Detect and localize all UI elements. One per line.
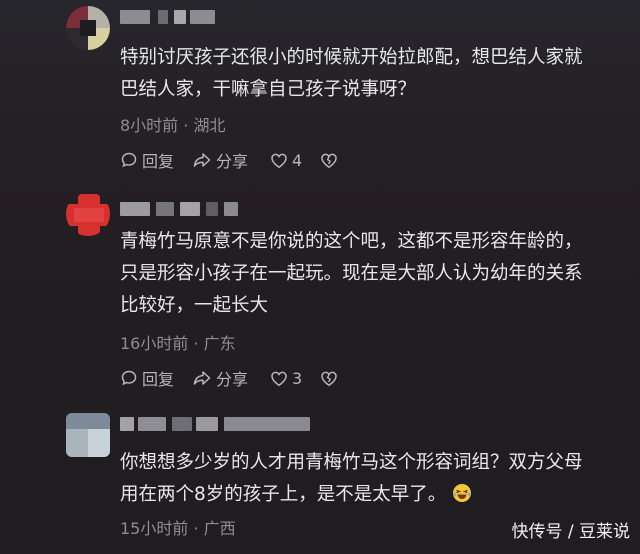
avatar[interactable] bbox=[66, 6, 110, 50]
laughing-tears-emoji bbox=[453, 484, 472, 502]
like-button[interactable]: 3 bbox=[270, 366, 302, 390]
username-blurred[interactable] bbox=[120, 202, 238, 216]
broken-heart-icon bbox=[321, 153, 337, 168]
comment-time-location: 16小时前 · 广东 bbox=[120, 334, 236, 353]
avatar[interactable] bbox=[66, 192, 110, 236]
username-blurred[interactable] bbox=[120, 417, 310, 431]
reply-label: 回复 bbox=[142, 370, 175, 389]
username-blurred[interactable] bbox=[120, 10, 215, 24]
comment-item: 青梅竹马原意不是你说的这个吧，这都不是形容年龄的， 只是形容小孩子在一起玩。现在… bbox=[0, 190, 640, 405]
share-button[interactable]: 分享 bbox=[192, 148, 248, 172]
broken-heart-icon bbox=[321, 371, 337, 386]
dislike-button[interactable] bbox=[320, 366, 338, 390]
source-watermark: 快传号 / 豆莱说 bbox=[511, 522, 630, 542]
like-button[interactable]: 4 bbox=[270, 148, 302, 172]
heart-outline-icon bbox=[271, 371, 287, 386]
share-arrow-icon bbox=[193, 371, 211, 385]
comment-item: 特别讨厌孩子还很小的时候就开始拉郎配，想巴结人家就 巴结人家，干嘛拿自己孩子说事… bbox=[0, 0, 640, 190]
comment-time-location: 15小时前 · 广西 bbox=[120, 519, 236, 538]
like-count: 3 bbox=[292, 368, 303, 388]
reply-button[interactable]: 回复 bbox=[120, 148, 174, 172]
comment-bubble-icon bbox=[121, 152, 137, 168]
comment-text: 你想想多少岁的人才用青梅竹马这个形容词组？双方父母 用在两个8岁的孩子上，是不是… bbox=[120, 452, 583, 505]
comment-time-location: 8小时前 · 湖北 bbox=[120, 116, 226, 135]
reply-button[interactable]: 回复 bbox=[120, 366, 174, 390]
comment-text: 青梅竹马原意不是你说的这个吧，这都不是形容年龄的， 只是形容小孩子在一起玩。现在… bbox=[120, 231, 583, 316]
share-label: 分享 bbox=[216, 370, 249, 389]
comment-text: 特别讨厌孩子还很小的时候就开始拉郎配，想巴结人家就 巴结人家，干嘛拿自己孩子说事… bbox=[120, 47, 583, 100]
share-button[interactable]: 分享 bbox=[192, 366, 248, 390]
avatar[interactable] bbox=[66, 413, 110, 457]
comment-actions: 回复 分享 4 bbox=[120, 148, 380, 172]
share-label: 分享 bbox=[216, 152, 249, 171]
comment-actions: 回复 分享 3 bbox=[120, 366, 380, 390]
comment-bubble-icon bbox=[121, 370, 137, 386]
share-arrow-icon bbox=[193, 153, 211, 167]
like-count: 4 bbox=[292, 150, 303, 170]
reply-label: 回复 bbox=[142, 152, 175, 171]
heart-outline-icon bbox=[271, 153, 287, 168]
dislike-button[interactable] bbox=[320, 148, 338, 172]
